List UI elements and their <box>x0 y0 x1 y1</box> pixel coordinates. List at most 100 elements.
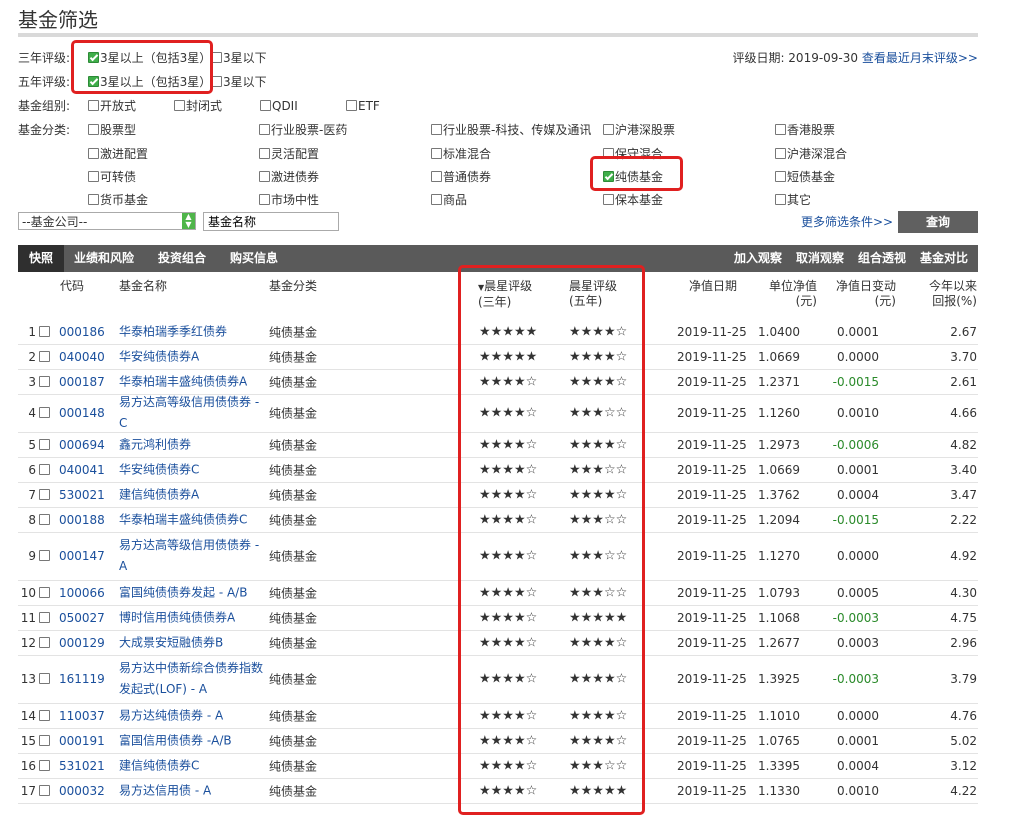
category-option[interactable]: 保守混合 <box>603 144 663 164</box>
fund-code-link[interactable]: 531021 <box>59 759 105 773</box>
fund-code-link[interactable]: 000129 <box>59 636 105 650</box>
checkbox-icon[interactable] <box>39 636 50 648</box>
checkbox-icon[interactable] <box>431 194 442 205</box>
category-option[interactable]: 股票型 <box>88 120 136 140</box>
col-header-ytd-return[interactable]: 今年以来 回报(%) <box>929 279 977 309</box>
row-checkbox[interactable] <box>39 325 51 339</box>
tab-performance-risk[interactable]: 业绩和风险 <box>74 245 134 272</box>
fund-code-link[interactable]: 000032 <box>59 784 105 798</box>
row-checkbox[interactable] <box>39 672 51 686</box>
col-header-nav-date[interactable]: 净值日期 <box>689 279 737 294</box>
latest-rating-link[interactable]: 查看最近月末评级>> <box>862 51 978 65</box>
checkbox-checked-icon[interactable] <box>603 171 614 182</box>
row-checkbox[interactable] <box>39 438 51 452</box>
checkbox-icon[interactable] <box>431 171 442 182</box>
col-header-unit-nav[interactable]: 单位净值 (元) <box>769 279 817 309</box>
checkbox-icon[interactable] <box>346 100 357 111</box>
checkbox-icon[interactable] <box>88 100 99 111</box>
category-option[interactable]: 市场中性 <box>259 190 319 210</box>
fund-name-link[interactable]: 华泰柏瑞丰盛纯债债券C <box>119 509 269 530</box>
category-option[interactable]: 普通债券 <box>431 167 491 187</box>
fund-code-link[interactable]: 530021 <box>59 488 105 502</box>
fund-company-select[interactable]: --基金公司-- ▲ ▼ <box>18 212 196 230</box>
portfolio-xray-button[interactable]: 组合透视 <box>858 245 906 272</box>
checkbox-checked-icon[interactable] <box>88 52 99 63</box>
checkbox-icon[interactable] <box>775 124 786 135</box>
fund-code-link[interactable]: 000186 <box>59 325 105 339</box>
fund-name-link[interactable]: 博时信用债纯债债券A <box>119 607 269 628</box>
fund-name-link[interactable]: 易方达高等级信用债债券 - C <box>119 392 269 434</box>
row-checkbox[interactable] <box>39 636 51 650</box>
fund-code-link[interactable]: 000148 <box>59 406 105 420</box>
col-header-category[interactable]: 基金分类 <box>269 279 317 294</box>
fund-name-link[interactable]: 大成景安短融债券B <box>119 632 269 653</box>
fund-code-link[interactable]: 000187 <box>59 375 105 389</box>
checkbox-icon[interactable] <box>88 148 99 159</box>
fund-name-link[interactable]: 建信纯债债券A <box>119 484 269 505</box>
checkbox-icon[interactable] <box>259 148 270 159</box>
col-header-rating-3y[interactable]: ▼晨星评级 (三年) <box>478 279 532 310</box>
checkbox-icon[interactable] <box>259 124 270 135</box>
checkbox-icon[interactable] <box>39 784 50 796</box>
row-checkbox[interactable] <box>39 734 51 748</box>
remove-watch-button[interactable]: 取消观察 <box>796 245 844 272</box>
checkbox-icon[interactable] <box>39 463 50 475</box>
col-header-rating-5y[interactable]: 晨星评级 (五年) <box>569 279 617 309</box>
checkbox-icon[interactable] <box>39 759 50 771</box>
fund-code-link[interactable]: 040041 <box>59 463 105 477</box>
row-checkbox[interactable] <box>39 709 51 723</box>
row-checkbox[interactable] <box>39 350 51 364</box>
checkbox-icon[interactable] <box>603 124 614 135</box>
checkbox-icon[interactable] <box>174 100 185 111</box>
col-header-code[interactable]: 代码 <box>60 279 84 294</box>
checkbox-icon[interactable] <box>775 171 786 182</box>
checkbox-icon[interactable] <box>431 148 442 159</box>
fund-name-link[interactable]: 华安纯债债券A <box>119 346 269 367</box>
fund-code-link[interactable]: 050027 <box>59 611 105 625</box>
checkbox-icon[interactable] <box>603 194 614 205</box>
checkbox-icon[interactable] <box>211 76 222 87</box>
fund-name-link[interactable]: 华泰柏瑞季季红债券 <box>119 321 269 342</box>
checkbox-icon[interactable] <box>775 148 786 159</box>
fund-code-link[interactable]: 000147 <box>59 549 105 563</box>
checkbox-checked-icon[interactable] <box>88 76 99 87</box>
fund-code-link[interactable]: 110037 <box>59 709 105 723</box>
tab-portfolio[interactable]: 投资组合 <box>158 245 206 272</box>
fund-name-input[interactable] <box>203 212 339 231</box>
category-option[interactable]: 沪港深股票 <box>603 120 675 140</box>
checkbox-icon[interactable] <box>39 611 50 623</box>
checkbox-icon[interactable] <box>211 52 222 63</box>
category-option[interactable]: 标准混合 <box>431 144 491 164</box>
fund-name-link[interactable]: 华泰柏瑞丰盛纯债债券A <box>119 371 269 392</box>
checkbox-icon[interactable] <box>88 171 99 182</box>
group-option-etf[interactable]: ETF <box>346 96 380 116</box>
fund-code-link[interactable]: 000694 <box>59 438 105 452</box>
fund-code-link[interactable]: 000188 <box>59 513 105 527</box>
tab-snapshot[interactable]: 快照 <box>18 245 64 272</box>
more-filters-link[interactable]: 更多筛选条件>> <box>801 213 893 230</box>
fund-name-link[interactable]: 富国信用债债券 -A/B <box>119 730 269 751</box>
group-option-closed[interactable]: 封闭式 <box>174 96 222 116</box>
five-year-3plus-option[interactable]: 3星以上（包括3星） <box>88 72 211 92</box>
row-checkbox[interactable] <box>39 611 51 625</box>
checkbox-icon[interactable] <box>39 550 50 561</box>
col-header-name[interactable]: 基金名称 <box>119 279 167 294</box>
tab-purchase-info[interactable]: 购买信息 <box>230 245 278 272</box>
row-checkbox[interactable] <box>39 513 51 527</box>
fund-code-link[interactable]: 040040 <box>59 350 105 364</box>
checkbox-icon[interactable] <box>88 124 99 135</box>
row-checkbox[interactable] <box>39 759 51 773</box>
category-option[interactable]: 激进债券 <box>259 167 319 187</box>
row-checkbox[interactable] <box>39 488 51 502</box>
category-option[interactable]: 其它 <box>775 190 811 210</box>
row-checkbox[interactable] <box>39 784 51 798</box>
category-option[interactable]: 货币基金 <box>88 190 148 210</box>
checkbox-icon[interactable] <box>39 488 50 500</box>
category-option[interactable]: 商品 <box>431 190 467 210</box>
three-year-below3-option[interactable]: 3星以下 <box>211 48 267 68</box>
three-year-3plus-option[interactable]: 3星以上（包括3星） <box>88 48 211 68</box>
category-option[interactable]: 行业股票-科技、传媒及通讯 <box>431 120 591 140</box>
fund-name-link[interactable]: 易方达中债新综合债券指数发起式(LOF) - A <box>119 658 269 700</box>
row-checkbox[interactable] <box>39 549 51 563</box>
category-option[interactable]: 灵活配置 <box>259 144 319 164</box>
